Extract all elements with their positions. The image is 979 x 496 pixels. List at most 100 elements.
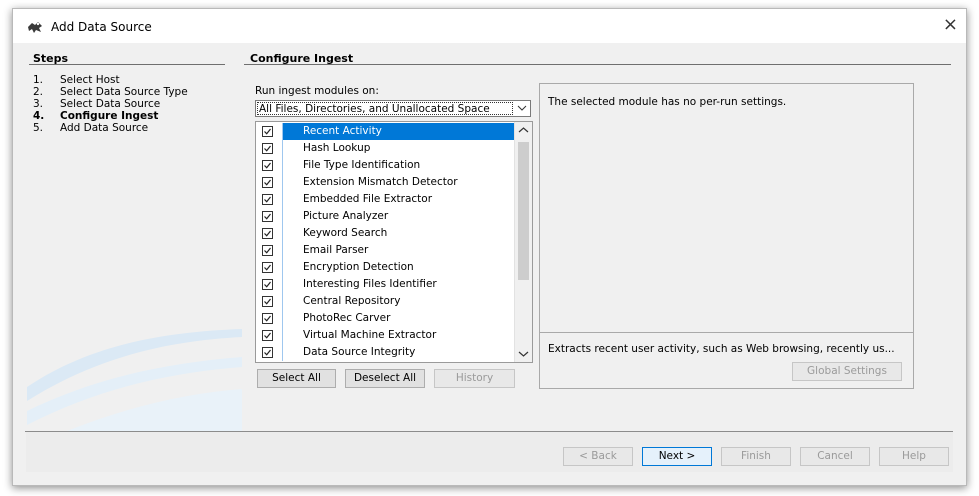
- settings-message: The selected module has no per-run setti…: [548, 96, 787, 108]
- module-row[interactable]: Picture Analyzer: [256, 208, 516, 225]
- cell-separator: [282, 174, 283, 191]
- step-item: 2. Select Data Source Type: [33, 86, 188, 98]
- checkmark-icon: [264, 349, 271, 356]
- module-checkbox[interactable]: [262, 330, 273, 341]
- module-row[interactable]: Virtual Machine Extractor: [256, 327, 516, 344]
- module-label-cell: Email Parser: [282, 242, 514, 259]
- module-label: Embedded File Extractor: [303, 193, 433, 205]
- cell-separator: [282, 327, 283, 344]
- select-all-button[interactable]: Select All: [257, 369, 336, 388]
- cell-separator: [282, 310, 283, 327]
- finish-button[interactable]: Finish: [721, 447, 791, 466]
- module-row[interactable]: Hash Lookup: [256, 140, 516, 157]
- decorative-swoosh: [27, 329, 242, 431]
- title-bar: Add Data Source ×: [13, 9, 966, 43]
- module-label: File Type Identification: [303, 159, 421, 171]
- scroll-down-icon[interactable]: [515, 347, 532, 361]
- scroll-thumb[interactable]: [518, 142, 529, 280]
- module-list-scrollbar[interactable]: [514, 122, 532, 362]
- cell-separator: [282, 140, 283, 157]
- module-label: Hash Lookup: [303, 142, 371, 154]
- module-label: PhotoRec Carver: [303, 312, 391, 324]
- back-button[interactable]: < Back: [563, 447, 633, 466]
- module-row[interactable]: Keyword Search: [256, 225, 516, 242]
- module-label-cell: File Type Identification: [282, 157, 514, 174]
- module-label: Virtual Machine Extractor: [303, 329, 437, 341]
- module-row[interactable]: Encryption Detection: [256, 259, 516, 276]
- module-checkbox[interactable]: [262, 279, 273, 290]
- checkmark-icon: [264, 145, 271, 152]
- window-title: Add Data Source: [51, 20, 152, 34]
- cell-separator: [282, 157, 283, 174]
- app-logo-icon: [28, 22, 42, 33]
- steps-divider: [29, 64, 225, 65]
- module-label: Keyword Search: [303, 227, 388, 239]
- settings-divider: [540, 332, 913, 333]
- module-checkbox[interactable]: [262, 347, 273, 358]
- checkmark-icon: [264, 315, 271, 322]
- steps-list: 1. Select Host 2. Select Data Source Type …: [33, 74, 188, 134]
- checkmark-icon: [264, 281, 271, 288]
- module-checkbox[interactable]: [262, 177, 273, 188]
- cell-separator: [282, 242, 283, 259]
- module-row[interactable]: File Type Identification: [256, 157, 516, 174]
- module-label-cell: Virtual Machine Extractor: [282, 327, 514, 344]
- next-button[interactable]: Next >: [642, 447, 712, 466]
- ingest-module-list[interactable]: Recent Activity Hash Lookup File Type Iden…: [255, 121, 533, 363]
- checkmark-icon: [264, 298, 271, 305]
- module-checkbox[interactable]: [262, 296, 273, 307]
- module-checkbox[interactable]: [262, 143, 273, 154]
- module-row[interactable]: Central Repository: [256, 293, 516, 310]
- checkmark-icon: [264, 264, 271, 271]
- module-row[interactable]: Recent Activity: [256, 123, 516, 140]
- step-item: 3. Select Data Source: [33, 98, 161, 110]
- module-row[interactable]: Data Source Integrity: [256, 344, 516, 361]
- add-data-source-dialog: Add Data Source × Steps 1. Select Host 2.…: [12, 8, 967, 486]
- module-label-cell: Central Repository: [282, 293, 514, 310]
- module-checkbox[interactable]: [262, 245, 273, 256]
- module-label: Encryption Detection: [303, 261, 414, 273]
- module-label-cell: Recent Activity: [282, 123, 514, 140]
- run-ingest-dropdown[interactable]: All Files, Directories, and Unallocated …: [255, 100, 531, 117]
- module-label-cell: Interesting Files Identifier: [282, 276, 514, 293]
- module-label-cell: Hash Lookup: [282, 140, 514, 157]
- module-label: Picture Analyzer: [303, 210, 389, 222]
- deselect-all-button[interactable]: Deselect All: [345, 369, 425, 388]
- step-item: 1. Select Host: [33, 74, 120, 86]
- module-checkbox[interactable]: [262, 194, 273, 205]
- module-label-cell: Embedded File Extractor: [282, 191, 514, 208]
- module-row[interactable]: Extension Mismatch Detector: [256, 174, 516, 191]
- close-icon[interactable]: ×: [943, 16, 958, 34]
- module-settings-panel: The selected module has no per-run setti…: [539, 83, 914, 389]
- module-checkbox[interactable]: [262, 211, 273, 222]
- module-label: Recent Activity: [303, 125, 382, 137]
- module-checkbox[interactable]: [262, 313, 273, 324]
- module-label-cell: PhotoRec Carver: [282, 310, 514, 327]
- module-label: Central Repository: [303, 295, 401, 307]
- step-item: 5. Add Data Source: [33, 122, 149, 134]
- module-label-cell: Picture Analyzer: [282, 208, 514, 225]
- module-checkbox[interactable]: [262, 262, 273, 273]
- module-checkbox[interactable]: [262, 228, 273, 239]
- chevron-down-icon: [517, 105, 527, 111]
- checkmark-icon: [264, 162, 271, 169]
- module-row[interactable]: Embedded File Extractor: [256, 191, 516, 208]
- run-ingest-label: Run ingest modules on:: [255, 85, 379, 97]
- help-button[interactable]: Help: [879, 447, 949, 466]
- cell-separator: [282, 276, 283, 293]
- cancel-button[interactable]: Cancel: [800, 447, 870, 466]
- module-checkbox[interactable]: [262, 126, 273, 137]
- history-button[interactable]: History: [434, 369, 515, 388]
- module-row[interactable]: Interesting Files Identifier: [256, 276, 516, 293]
- checkmark-icon: [264, 213, 271, 220]
- configure-divider: [244, 64, 951, 65]
- module-row[interactable]: PhotoRec Carver: [256, 310, 516, 327]
- scroll-up-icon[interactable]: [515, 123, 532, 137]
- focus-rect: [257, 102, 513, 115]
- step-item-active: 4. Configure Ingest: [33, 110, 159, 122]
- module-row[interactable]: Email Parser: [256, 242, 516, 259]
- module-label-cell: Extension Mismatch Detector: [282, 174, 514, 191]
- module-checkbox[interactable]: [262, 160, 273, 171]
- global-settings-button[interactable]: Global Settings: [792, 362, 902, 381]
- module-label: Data Source Integrity: [303, 346, 416, 358]
